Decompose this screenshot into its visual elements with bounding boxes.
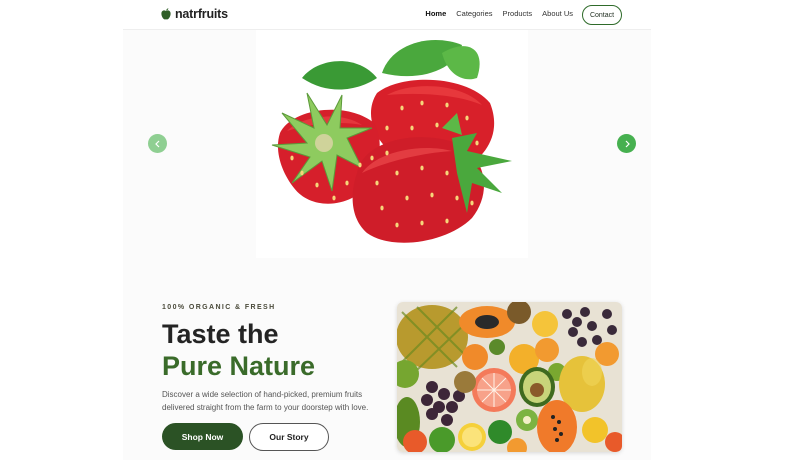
brand-logo[interactable]: natrfruits — [161, 7, 228, 21]
nav-item-categories[interactable]: Categories — [456, 9, 492, 18]
strawberries-image — [271, 40, 512, 243]
chevron-right-icon — [625, 140, 630, 147]
headline-line-1: Taste the — [162, 319, 279, 349]
carousel-prev-button[interactable] — [148, 134, 167, 153]
our-story-button[interactable]: Our Story — [249, 423, 329, 451]
apple-icon — [161, 8, 171, 20]
carousel-next-button[interactable] — [617, 134, 636, 153]
shop-now-button[interactable]: Shop Now — [162, 423, 243, 450]
nav-item-about-us[interactable]: About Us — [542, 9, 573, 18]
top-navbar: natrfruits Home Categories Products Abou… — [123, 0, 651, 30]
contact-button[interactable]: Contact — [582, 5, 622, 25]
intro-description: Discover a wide selection of hand-picked… — [162, 390, 369, 412]
chevron-left-icon — [154, 140, 159, 147]
assorted-fruits-image — [397, 302, 622, 452]
headline-line-2: Pure Nature — [162, 351, 316, 381]
nav-item-home[interactable]: Home — [425, 9, 446, 18]
eyebrow-text: 100% ORGANIC & FRESH — [162, 304, 276, 311]
brand-name: natrfruits — [175, 7, 228, 21]
nav-menu: Home Categories Products About Us — [425, 9, 573, 18]
nav-item-products[interactable]: Products — [503, 9, 533, 18]
